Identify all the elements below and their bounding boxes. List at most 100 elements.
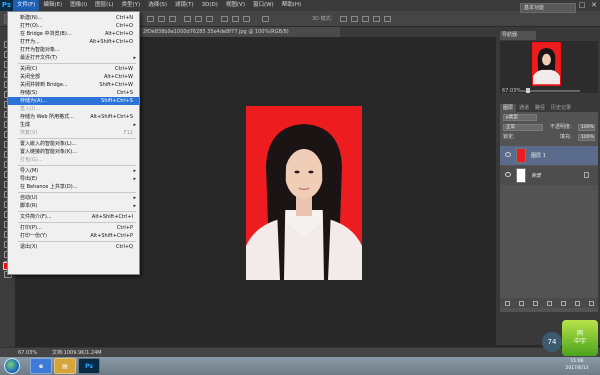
file-menu-item[interactable]: 脚本(R) ▸ [8,202,139,210]
file-menu-item[interactable]: 关闭(C) Ctrl+W [8,65,139,73]
file-menu-item-label: 关闭全部 [20,74,41,80]
menu-item[interactable]: 文件(F) [13,0,40,11]
menu-item[interactable]: 类型(Y) [118,0,145,11]
distribute-icon[interactable] [195,16,202,22]
menu-item[interactable]: 选择(S) [144,0,171,11]
visibility-eye-icon[interactable] [505,152,511,157]
file-menu-item[interactable]: 打开为... Alt+Shift+Ctrl+O [8,38,139,46]
status-bar: 67.03% 文档:1009.9K/1.24M [0,347,600,357]
explorer-app-icon[interactable]: ▤ [54,358,76,374]
menu-item[interactable]: 帮助(H) [278,0,305,11]
3d-roll-icon[interactable] [351,16,358,22]
file-menu-item[interactable]: 生成 ▸ [8,121,139,129]
3d-mode-label: 3D 模式: [312,16,333,22]
file-menu-item[interactable]: 打印一份(Y) Alt+Shift+Ctrl+P [8,232,139,240]
watermark-site: 网 中宇 [573,330,586,345]
fx-icon[interactable] [518,300,524,306]
menu-item[interactable]: 图层(L) [91,0,117,11]
document-tab[interactable]: 2fDe838b9a1000d76285 35e4de8f77.jpg @ 10… [140,27,340,37]
add-mask-icon[interactable] [532,300,538,306]
submenu-arrow-icon: ▸ [133,122,136,128]
link-layers-icon[interactable] [504,300,510,306]
new-group-icon[interactable] [560,300,566,306]
menu-item[interactable]: 窗口(W) [249,0,278,11]
navigator-zoom-knob[interactable] [526,88,530,93]
3d-pan-icon[interactable] [362,16,369,22]
file-menu-item[interactable]: 打开为智能对象... [8,46,139,54]
distribute-icon[interactable] [184,16,191,22]
file-menu-item-shortcut: Ctrl+O [115,23,133,29]
blend-mode-select[interactable]: 正常 [503,124,543,131]
menu-item[interactable]: 滤镜(T) [171,0,198,11]
file-menu-item[interactable]: 存储为 Web 所用格式... Alt+Shift+Ctrl+S [8,113,139,121]
menu-item[interactable]: 图像(I) [66,0,91,11]
distribute-icon[interactable] [243,16,250,22]
panel-tab[interactable]: 路径 [532,104,548,112]
panel-tab[interactable]: 通道 [516,104,532,112]
menu-separator [18,63,136,64]
panel-tab[interactable]: 历史记录 [548,104,574,112]
file-menu-item[interactable]: 打开(O)... Ctrl+O [8,22,139,30]
close-button[interactable]: ✕ [588,0,600,11]
file-menu-item[interactable]: 文件简介(F)... Alt+Shift+Ctrl+I [8,213,139,221]
distribute-icon[interactable] [232,16,239,22]
file-menu-item[interactable]: 新建(N)... Ctrl+N [8,14,139,22]
navigator-tab[interactable]: 导航器 [500,31,536,40]
file-menu-item[interactable]: 导出(E) ▸ [8,175,139,183]
menu-separator [18,192,136,193]
layer-row-selected[interactable]: 图层 1 [500,146,598,165]
maximize-button[interactable]: □ [576,0,588,11]
menu-item[interactable]: 3D(D) [198,0,222,11]
file-menu-item[interactable]: 自动(U) ▸ [8,194,139,202]
3d-rotate-icon[interactable] [340,16,347,22]
file-menu-item[interactable]: 置入链接的智能对象(K)... [8,148,139,156]
file-menu-item[interactable]: 存储(S) Ctrl+S [8,89,139,97]
new-layer-icon[interactable] [574,300,580,306]
start-button[interactable] [4,358,20,374]
auto-align-icon[interactable] [262,16,269,22]
distribute-icon[interactable] [206,16,213,22]
align-icon[interactable] [169,16,176,22]
file-menu-item[interactable]: 在 Bridge 中浏览(B)... Alt+Ctrl+O [8,30,139,38]
file-menu-item[interactable]: 置入嵌入的智能对象(L)... [8,140,139,148]
distribute-icon[interactable] [221,16,228,22]
file-menu-item-shortcut: Ctrl+S [116,90,133,96]
align-icon[interactable] [158,16,165,22]
layer-kind-filter[interactable]: ρ类型 [503,114,537,121]
file-menu-item-label: 最近打开文件(T) [20,55,57,61]
workspace-select[interactable]: 基本功能 [520,3,576,13]
file-menu-item[interactable]: 退出(X) Ctrl+Q [8,243,139,251]
navigator-thumbnail [532,42,561,86]
file-menu-item-shortcut: Alt+Shift+Ctrl+S [90,114,133,120]
file-menu-item[interactable]: 打印(P)... Ctrl+P [8,224,139,232]
file-menu-item[interactable]: 最近打开文件(T) ▸ [8,54,139,62]
file-menu-item-label: 新建(N)... [20,15,43,21]
file-menu-item[interactable]: 在 Behance 上共享(D)... [8,183,139,191]
file-menu-item[interactable]: 签入(I)... [8,105,139,113]
trash-icon[interactable] [588,300,594,306]
file-menu-item-shortcut: Ctrl+W [114,66,133,72]
ie-app-icon[interactable]: e [30,358,52,374]
3d-scale-icon[interactable] [384,16,391,22]
file-menu-item[interactable]: 打包(G)... [8,156,139,164]
file-menu-item[interactable]: 恢复(V) F12 [8,129,139,137]
photoshop-app-icon[interactable]: Ps [78,358,100,374]
fill-field[interactable]: 100% [578,134,595,141]
menu-item[interactable]: 视图(V) [222,0,249,11]
panel-tab[interactable]: 图层 [500,104,517,112]
submenu-arrow-icon: ▸ [133,55,136,61]
opacity-field[interactable]: 100% [578,124,595,131]
file-menu-item[interactable]: 关闭全部 Alt+Ctrl+W [8,73,139,81]
adjustment-layer-icon[interactable] [546,300,552,306]
menu-separator [18,222,136,223]
3d-slide-icon[interactable] [373,16,380,22]
align-icon[interactable] [147,16,154,22]
file-menu-item-label: 打包(G)... [20,157,43,163]
file-menu-item[interactable]: 关闭并转到 Bridge... Shift+Ctrl+W [8,81,139,89]
file-menu-item-label: 退出(X) [20,244,38,250]
visibility-eye-icon[interactable] [505,172,511,177]
menu-item[interactable]: 编辑(E) [39,0,66,11]
file-menu-item[interactable]: 导入(M) ▸ [8,167,139,175]
file-menu-item[interactable]: 存储为(A)... Shift+Ctrl+S [8,97,139,105]
layer-row[interactable]: 背景 [500,166,598,185]
